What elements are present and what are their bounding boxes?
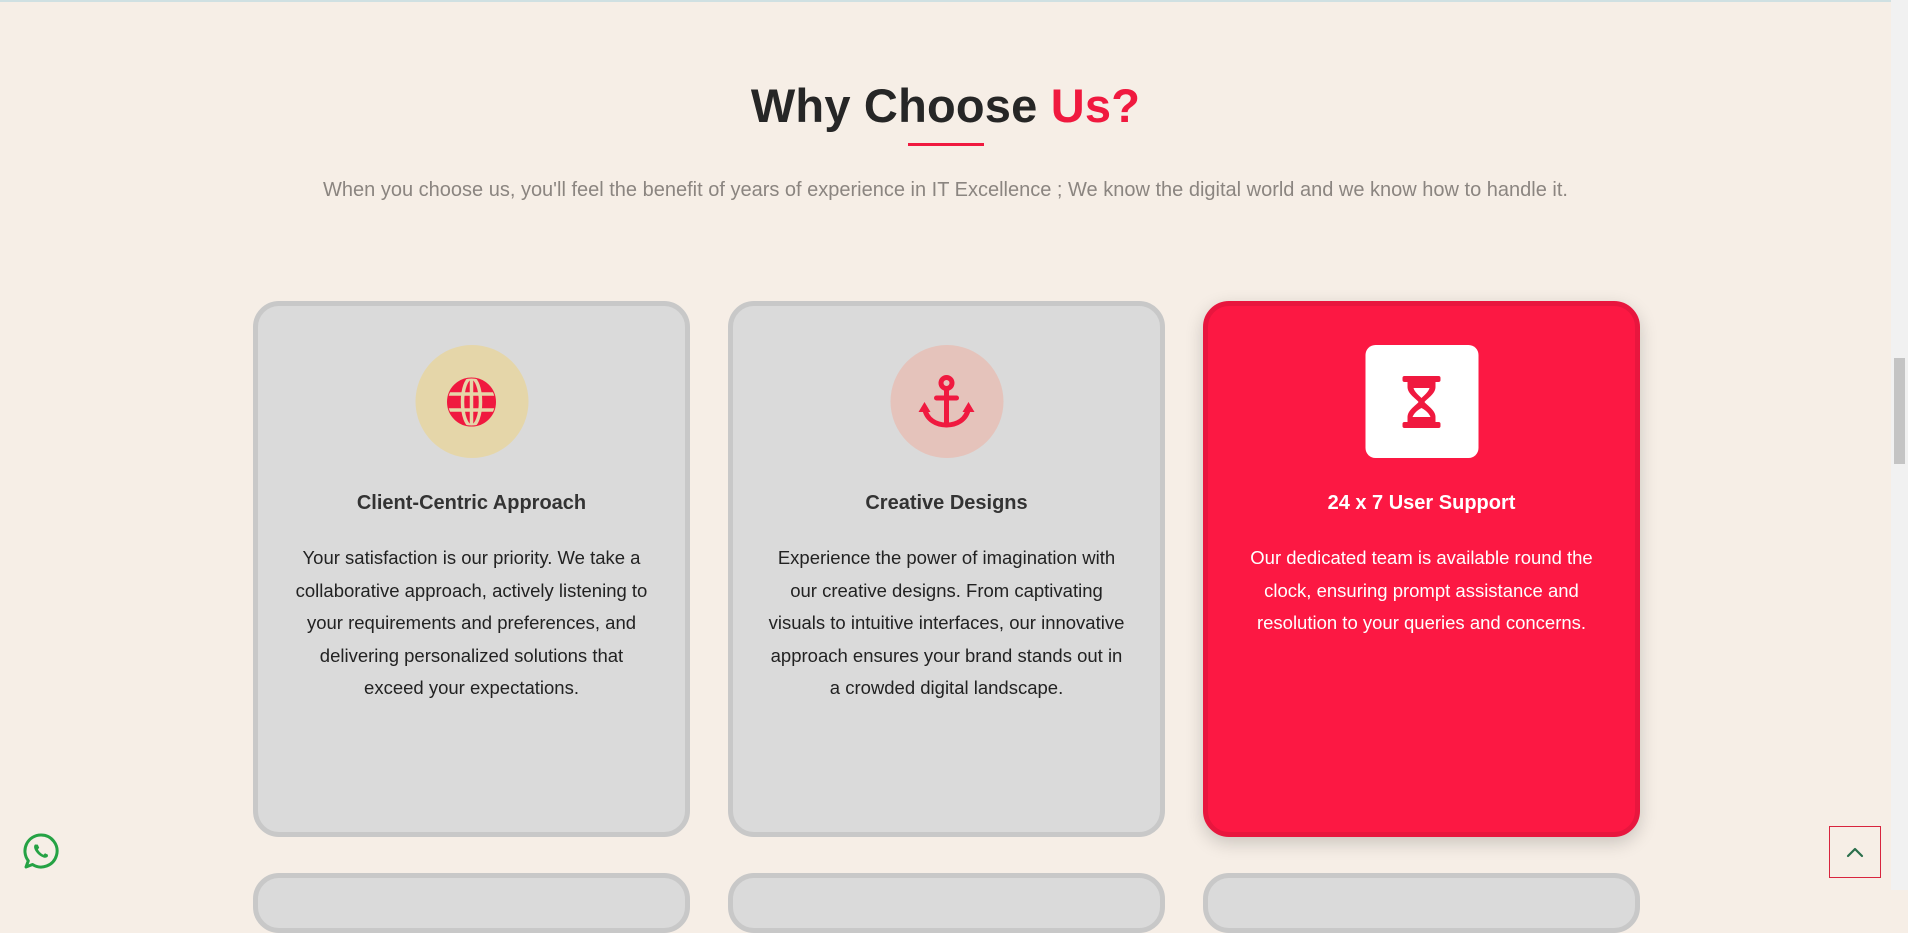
anchor-icon xyxy=(918,374,975,427)
feature-card-user-support[interactable]: 24 x 7 User Support Our dedicated team i… xyxy=(1203,301,1640,837)
chevron-up-icon xyxy=(1846,847,1864,858)
feature-description: Your satisfaction is our priority. We ta… xyxy=(295,547,648,698)
scrollbar-thumb[interactable] xyxy=(1894,358,1905,464)
whatsapp-icon xyxy=(23,833,59,869)
feature-card-client-centric[interactable]: Client-Centric Approach Your satisfactio… xyxy=(253,301,690,837)
whatsapp-button[interactable] xyxy=(22,832,60,870)
feature-description: Experience the power of imagination with… xyxy=(768,547,1125,698)
back-to-top-button[interactable] xyxy=(1829,826,1881,878)
globe-icon xyxy=(447,375,496,428)
feature-icon-badge xyxy=(890,345,1003,458)
section-title: Why Choose Us? xyxy=(0,78,1891,133)
feature-icon-badge xyxy=(415,345,528,458)
feature-title: Client-Centric Approach xyxy=(356,492,587,514)
feature-title: 24 x 7 User Support xyxy=(1327,492,1516,514)
section-subtitle: When you choose us, you'll feel the bene… xyxy=(323,179,1568,201)
feature-card-partial[interactable] xyxy=(728,873,1165,933)
hourglass-icon xyxy=(1402,375,1441,428)
feature-card-creative-designs[interactable]: Creative Designs Experience the power of… xyxy=(728,301,1165,837)
section-title-main: Why Choose xyxy=(750,79,1051,132)
top-border xyxy=(0,0,1908,2)
feature-title: Creative Designs xyxy=(865,492,1028,514)
section-title-accent: Us? xyxy=(1050,79,1141,132)
feature-description: Our dedicated team is available round th… xyxy=(1250,547,1593,633)
feature-icon-badge xyxy=(1365,345,1478,458)
feature-card-partial[interactable] xyxy=(1203,873,1640,933)
title-underline xyxy=(908,143,984,146)
feature-card-partial[interactable] xyxy=(253,873,690,933)
